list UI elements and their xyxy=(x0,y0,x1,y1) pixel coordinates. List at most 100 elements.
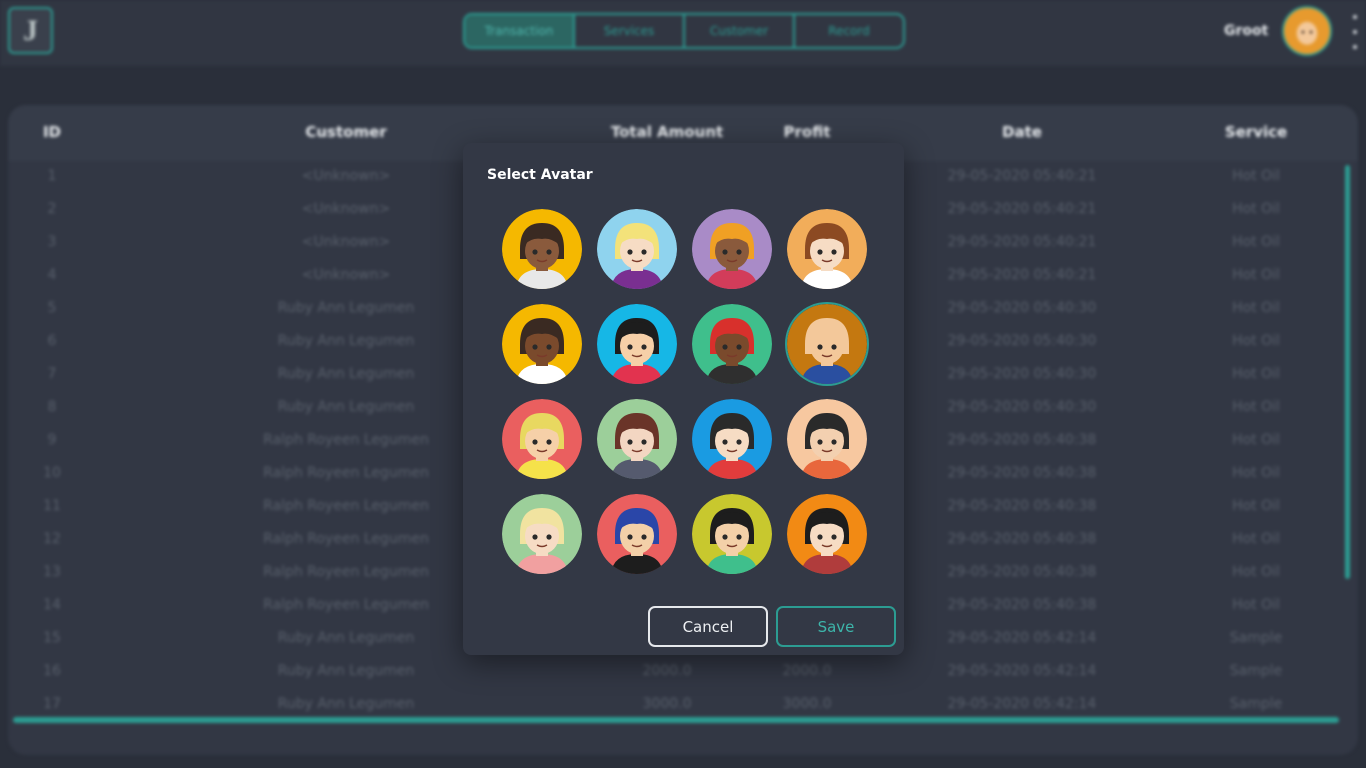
cell-date: 29-05-2020 05:40:30 xyxy=(947,300,1097,316)
cell-service: Hot Oil xyxy=(1232,366,1280,382)
cell-id: 3 xyxy=(47,234,57,250)
tab-customer[interactable]: Customer xyxy=(685,15,795,47)
avatar-boy-red-beanie[interactable] xyxy=(692,304,772,384)
cell-date: 29-05-2020 05:40:38 xyxy=(947,498,1097,514)
cell-service: Sample xyxy=(1229,696,1283,712)
cell-service: Hot Oil xyxy=(1232,531,1280,547)
cancel-button[interactable]: Cancel xyxy=(648,606,768,647)
cell-service: Hot Oil xyxy=(1232,300,1280,316)
cell-service: Hot Oil xyxy=(1232,465,1280,481)
cell-id: 4 xyxy=(47,267,57,283)
column-header-date[interactable]: Date xyxy=(1002,123,1042,141)
cell-date: 29-05-2020 05:40:21 xyxy=(947,201,1097,217)
cell-id: 2 xyxy=(47,201,57,217)
cell-service: Sample xyxy=(1229,663,1283,679)
column-header-service[interactable]: Service xyxy=(1225,123,1287,141)
tab-transaction[interactable]: Transaction xyxy=(465,15,575,47)
cell-date: 29-05-2020 05:40:30 xyxy=(947,366,1097,382)
cell-customer: Ruby Ann Legumen xyxy=(277,300,415,316)
cell-id: 11 xyxy=(43,498,61,514)
avatar-boy-blonde[interactable] xyxy=(502,494,582,574)
tab-services[interactable]: Services xyxy=(575,15,685,47)
cell-service: Sample xyxy=(1229,630,1283,646)
cell-customer: Ruby Ann Legumen xyxy=(277,630,415,646)
horizontal-scrollbar[interactable] xyxy=(13,717,1339,723)
column-header-total-amount[interactable]: Total Amount xyxy=(611,123,723,141)
cell-id: 8 xyxy=(47,399,57,415)
cell-service: Hot Oil xyxy=(1232,201,1280,217)
vertical-scrollbar[interactable] xyxy=(1345,165,1350,579)
username-label: Groot xyxy=(1224,23,1269,39)
avatar-boy-dark-short[interactable] xyxy=(502,304,582,384)
cell-customer: Ralph Royeen Legumen xyxy=(263,564,429,580)
cell-id: 6 xyxy=(47,333,57,349)
cell-date: 29-05-2020 05:40:38 xyxy=(947,597,1097,613)
cell-customer: Ruby Ann Legumen xyxy=(277,333,415,349)
nav-tabs: Transaction Services Customer Record xyxy=(463,13,905,49)
logo-letter: J xyxy=(23,13,38,47)
cell-id: 15 xyxy=(43,630,61,646)
cell-total-amount: 2000.0 xyxy=(642,663,692,679)
cell-profit: 2000.0 xyxy=(782,663,832,679)
column-header-id[interactable]: ID xyxy=(43,123,61,141)
top-bar: J Transaction Services Customer Record G… xyxy=(0,0,1366,66)
cell-customer: Ralph Royeen Legumen xyxy=(263,597,429,613)
cell-date: 29-05-2020 05:42:14 xyxy=(947,696,1097,712)
cell-customer: Ralph Royeen Legumen xyxy=(263,465,429,481)
cell-service: Hot Oil xyxy=(1232,564,1280,580)
cell-service: Hot Oil xyxy=(1232,333,1280,349)
cell-id: 14 xyxy=(43,597,61,613)
user-avatar[interactable] xyxy=(1282,6,1332,56)
avatar-girl-blonde-bows[interactable] xyxy=(597,209,677,289)
column-header-profit[interactable]: Profit xyxy=(784,123,831,141)
avatar-girl-black-braid[interactable] xyxy=(787,399,867,479)
cell-id: 16 xyxy=(43,663,61,679)
cell-date: 29-05-2020 05:40:38 xyxy=(947,564,1097,580)
cell-id: 1 xyxy=(47,168,57,184)
cell-date: 29-05-2020 05:40:38 xyxy=(947,465,1097,481)
app-logo[interactable]: J xyxy=(8,7,53,54)
avatar-boy-red-cap[interactable] xyxy=(502,399,582,479)
avatar-girl-orange-headwrap[interactable] xyxy=(692,209,772,289)
tab-record[interactable]: Record xyxy=(795,15,903,47)
cell-customer: Ruby Ann Legumen xyxy=(277,399,415,415)
cell-customer: Ruby Ann Legumen xyxy=(277,366,415,382)
cell-customer: Ralph Royeen Legumen xyxy=(263,498,429,514)
dialog-title: Select Avatar xyxy=(487,167,593,183)
avatar-girl-brown-hair[interactable] xyxy=(597,399,677,479)
cell-service: Hot Oil xyxy=(1232,432,1280,448)
cell-id: 9 xyxy=(47,432,57,448)
cell-total-amount: 3000.0 xyxy=(642,696,692,712)
avatar-girl-black-glasses[interactable] xyxy=(692,399,772,479)
cell-service: Hot Oil xyxy=(1232,399,1280,415)
cell-customer: <Unknown> xyxy=(301,267,391,283)
column-header-customer[interactable]: Customer xyxy=(305,123,386,141)
avatar-girl-brown-braid[interactable] xyxy=(787,209,867,289)
cell-customer: Ralph Royeen Legumen xyxy=(263,432,429,448)
cell-customer: Ruby Ann Legumen xyxy=(277,663,415,679)
cell-date: 29-05-2020 05:42:14 xyxy=(947,630,1097,646)
avatar-girl-glasses-bob[interactable] xyxy=(787,494,867,574)
kebab-menu-icon[interactable] xyxy=(1350,15,1360,49)
avatar-boy-black-hair[interactable] xyxy=(692,494,772,574)
save-button[interactable]: Save xyxy=(776,606,896,647)
cell-service: Hot Oil xyxy=(1232,267,1280,283)
cell-customer: Ralph Royeen Legumen xyxy=(263,531,429,547)
cell-date: 29-05-2020 05:40:21 xyxy=(947,234,1097,250)
cell-id: 12 xyxy=(43,531,61,547)
select-avatar-dialog: Select Avatar Cancel Save xyxy=(463,143,904,655)
cell-date: 29-05-2020 05:42:14 xyxy=(947,663,1097,679)
avatar-boy-curly-glasses[interactable] xyxy=(597,304,677,384)
cell-customer: <Unknown> xyxy=(301,201,391,217)
cell-service: Hot Oil xyxy=(1232,597,1280,613)
cell-id: 5 xyxy=(47,300,57,316)
cell-date: 29-05-2020 05:40:38 xyxy=(947,432,1097,448)
table-row[interactable]: 16 Ruby Ann Legumen 2000.0 2000.0 29-05-2020… xyxy=(8,657,1358,690)
cell-date: 29-05-2020 05:40:21 xyxy=(947,267,1097,283)
avatar-girl-curly-dark[interactable] xyxy=(502,209,582,289)
avatar-boy-blue-cap[interactable] xyxy=(597,494,677,574)
avatar-boy-bald[interactable] xyxy=(787,304,867,384)
cell-date: 29-05-2020 05:40:30 xyxy=(947,333,1097,349)
cell-date: 29-05-2020 05:40:21 xyxy=(947,168,1097,184)
cell-profit: 3000.0 xyxy=(782,696,832,712)
